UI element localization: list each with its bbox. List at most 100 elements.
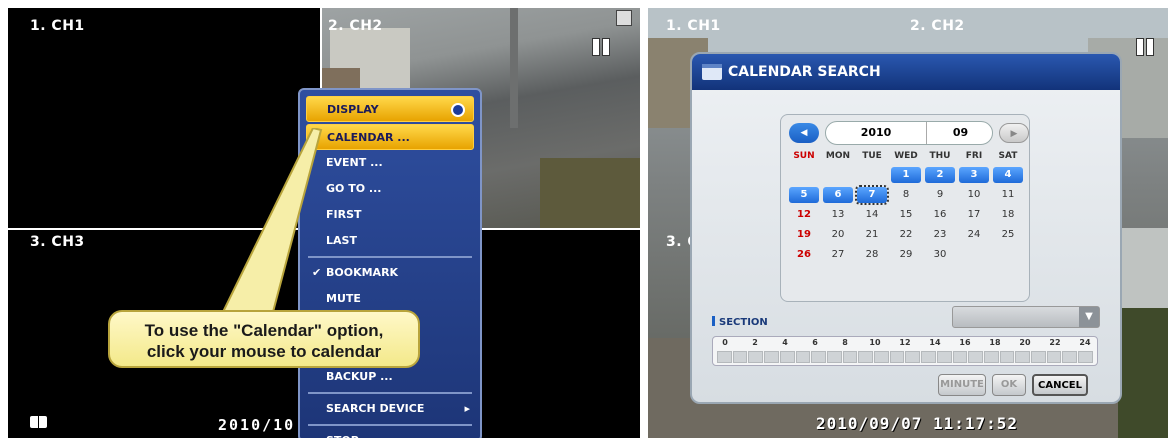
ch3-label: 3. CH3 [30, 234, 85, 250]
calendar-day-2[interactable]: 2 [925, 167, 955, 183]
menu-item-last[interactable]: LAST [300, 228, 480, 254]
calendar-day-8[interactable]: 8 [891, 187, 921, 203]
timeline-hour-cell[interactable] [999, 351, 1015, 363]
timeline-hour-cell[interactable] [811, 351, 826, 363]
cancel-button[interactable]: CANCEL [1032, 374, 1088, 396]
calendar-day-15[interactable]: 15 [891, 207, 921, 223]
callout-pointer [221, 128, 323, 313]
menu-item-calendar[interactable]: CALENDAR ... [306, 124, 474, 150]
calendar-day-4[interactable]: 4 [993, 167, 1023, 183]
timeline-hour-cell[interactable] [874, 351, 889, 363]
weekday-label: WED [894, 151, 918, 161]
dialog-title-bar: CALENDAR SEARCH [692, 54, 1120, 90]
calendar-day-14[interactable]: 14 [857, 207, 887, 223]
menu-item-display[interactable]: DISPLAY [306, 96, 474, 122]
year-value: 2010 [860, 126, 892, 139]
timeline-hour-cell[interactable] [1046, 351, 1062, 363]
minute-button[interactable]: MINUTE [938, 374, 986, 396]
calendar-day-11[interactable]: 11 [993, 187, 1023, 203]
timeline-hour-label: 20 [1019, 338, 1031, 347]
calendar-day-3[interactable]: 3 [959, 167, 989, 183]
chevron-right-icon: ▸ [464, 402, 470, 415]
menu-item-bookmark[interactable]: ✔ BOOKMARK [300, 260, 480, 286]
menu-item-search-device[interactable]: SEARCH DEVICE ▸ [300, 396, 480, 422]
timeline-hour-cell[interactable] [1078, 351, 1093, 363]
timeline-hour-label: 8 [842, 338, 848, 347]
timeline-hour-label: 16 [959, 338, 971, 347]
calendar-day-16[interactable]: 16 [925, 207, 955, 223]
weekday-label: TUE [862, 151, 882, 161]
calendar-day-13[interactable]: 13 [823, 207, 853, 223]
timeline-hour-cell[interactable] [717, 351, 732, 363]
timeline-hour-cell[interactable] [764, 351, 779, 363]
next-month-button[interactable]: ▶ [999, 123, 1029, 143]
callout-line1: To use the "Calendar" option, [144, 321, 384, 340]
calendar-day-1[interactable]: 1 [891, 167, 921, 183]
timeline-hour-cell[interactable] [858, 351, 874, 363]
timeline-hour-cell[interactable] [889, 351, 905, 363]
weekday-label: SAT [998, 151, 1018, 161]
calendar-day-25[interactable]: 25 [993, 227, 1023, 243]
calendar-day-20[interactable]: 20 [823, 227, 853, 243]
calendar-day-10[interactable]: 10 [959, 187, 989, 203]
pause-icon[interactable] [592, 38, 610, 56]
timeline-hour-cell[interactable] [1015, 351, 1031, 363]
calendar-day-19[interactable]: 19 [789, 227, 819, 243]
timeline-hour-cell[interactable] [779, 351, 795, 363]
ch1-label: 1. CH1 [666, 18, 721, 34]
timeline-hour-cell[interactable] [1031, 351, 1046, 363]
calendar-day-30[interactable]: 30 [925, 247, 955, 263]
calendar-day-21[interactable]: 21 [857, 227, 887, 243]
timeline-hour-cell[interactable] [968, 351, 983, 363]
timeline-hour-cell[interactable] [748, 351, 764, 363]
timeline-hour-label: 10 [869, 338, 881, 347]
chevron-left-icon: ◀ [800, 128, 808, 138]
calendar-day-6[interactable]: 6 [823, 187, 853, 203]
calendar-day-26[interactable]: 26 [789, 247, 819, 263]
menu-item-stop[interactable]: STOP [300, 428, 480, 438]
timeline-hour-label: 0 [722, 338, 728, 347]
weekday-label: MON [825, 151, 851, 161]
calendar-day-27[interactable]: 27 [823, 247, 853, 263]
section-select[interactable]: ▼ [952, 306, 1100, 328]
timeline-hour-cell[interactable] [921, 351, 936, 363]
prev-month-button[interactable]: ◀ [789, 123, 819, 143]
chevron-right-icon: ▶ [1010, 129, 1018, 139]
timeline-hour-cell[interactable] [842, 351, 858, 363]
timeline-hour-label: 12 [899, 338, 911, 347]
timeline-hour-cell[interactable] [795, 351, 811, 363]
calendar-day-12[interactable]: 12 [789, 207, 819, 223]
ch2-label: 2. CH2 [910, 18, 965, 34]
context-menu: DISPLAY CALENDAR ... EVENT ... GO TO ...… [298, 88, 482, 438]
calendar-day-29[interactable]: 29 [891, 247, 921, 263]
calendar-day-5[interactable]: 5 [789, 187, 819, 203]
menu-item-goto[interactable]: GO TO ... [300, 176, 480, 202]
timeline-hour-cell[interactable] [936, 351, 952, 363]
ch1-label: 1. CH1 [30, 18, 85, 34]
timeline-hour-cell[interactable] [983, 351, 999, 363]
weekday-label: FRI [965, 151, 983, 161]
timeline-hour-cell[interactable] [1062, 351, 1078, 363]
pause-icon[interactable] [1136, 38, 1154, 56]
timeline-bar[interactable]: 0 2 4 6 8 10 12 14 16 18 20 22 24 [712, 336, 1098, 366]
ok-button[interactable]: OK [992, 374, 1026, 396]
calendar-day-7[interactable]: 7 [855, 185, 889, 205]
menu-item-mute[interactable]: MUTE [300, 286, 480, 312]
section-label: SECTION [712, 316, 768, 328]
timeline-hour-cell[interactable] [826, 351, 842, 363]
calendar-day-28[interactable]: 28 [857, 247, 887, 263]
menu-item-event[interactable]: EVENT ... [300, 150, 480, 176]
calendar-day-23[interactable]: 23 [925, 227, 955, 243]
calendar-day-18[interactable]: 18 [993, 207, 1023, 223]
timeline-hour-cell[interactable] [905, 351, 921, 363]
menu-item-first[interactable]: FIRST [300, 202, 480, 228]
month-value: 09 [926, 122, 994, 144]
submenu-indicator-icon [451, 103, 465, 117]
timeline-hour-cell[interactable] [952, 351, 968, 363]
calendar-day-22[interactable]: 22 [891, 227, 921, 243]
calendar-day-17[interactable]: 17 [959, 207, 989, 223]
callout-tooltip: To use the "Calendar" option, click your… [108, 310, 420, 368]
calendar-day-24[interactable]: 24 [959, 227, 989, 243]
timeline-hour-cell[interactable] [732, 351, 748, 363]
calendar-day-9[interactable]: 9 [925, 187, 955, 203]
